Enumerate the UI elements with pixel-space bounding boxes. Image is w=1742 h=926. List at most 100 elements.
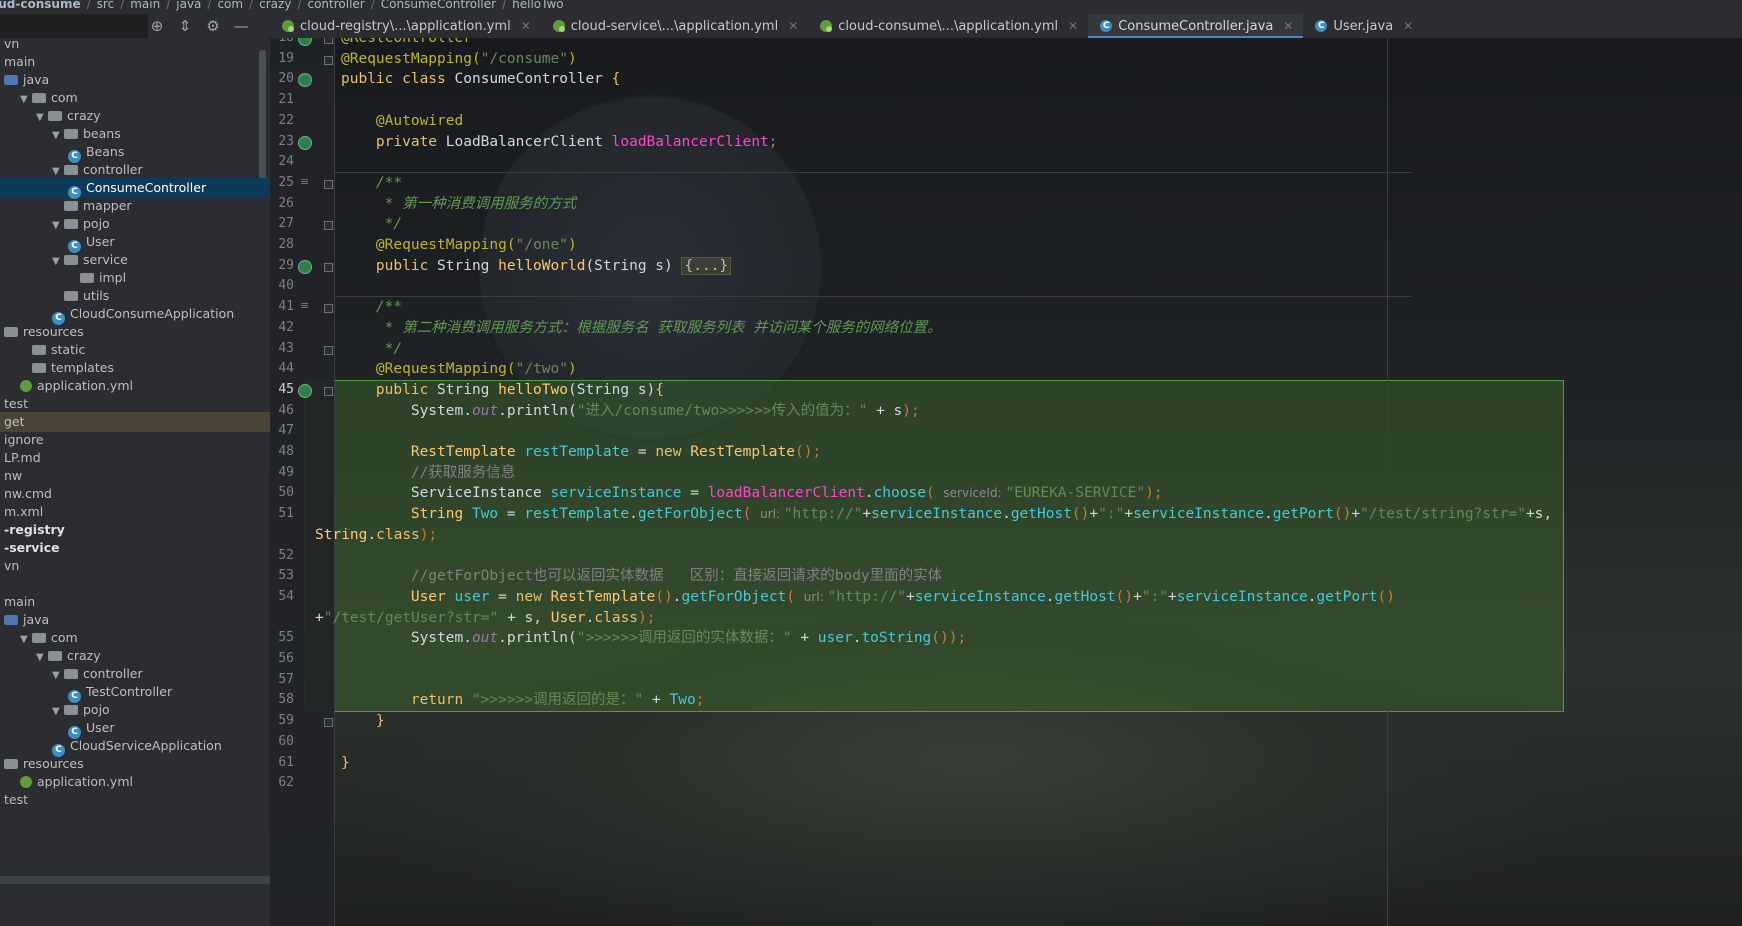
collapse-fold-icon[interactable] [324, 304, 333, 314]
code-token: ConsumeController [454, 71, 612, 88]
collapse-fold-icon[interactable] [324, 221, 333, 231]
tab-cloud-consume-application-yml[interactable]: cloud-consume\...\application.yml ✕ [808, 14, 1088, 38]
tree-item[interactable]: ▼ com [0, 88, 270, 108]
tab-cloud-registry-application-yml[interactable]: cloud-registry\...\application.yml ✕ [270, 14, 541, 38]
tree-item[interactable]: java [0, 70, 270, 90]
doc-comment-icon[interactable]: ≡ [300, 299, 309, 312]
tree-item[interactable] [0, 574, 270, 594]
tree-item[interactable]: ▼ controller [0, 664, 270, 684]
tab-label: cloud-consume\...\application.yml [838, 18, 1059, 34]
tree-item[interactable]: C ConsumeController [0, 178, 270, 199]
code-token: (String s) [567, 381, 656, 398]
horizontal-scrollbar[interactable] [0, 876, 270, 884]
tree-item[interactable]: application.yml [0, 772, 270, 792]
tree-item-label: vn [4, 558, 20, 573]
expand-fold-icon[interactable] [324, 262, 333, 272]
tree-item[interactable]: nw.cmd [0, 484, 270, 504]
spring-bean-icon[interactable] [298, 38, 312, 46]
close-icon[interactable]: ✕ [521, 19, 531, 33]
code-editor[interactable]: 18 19 20 21 22 23 24 25 ≡ 26 27 28 29 40 41 ≡ 42 43 44 45 46… [270, 38, 1742, 926]
gear-icon[interactable]: ⚙ [204, 17, 222, 35]
tree-item[interactable]: impl [0, 268, 270, 288]
crosshair-icon[interactable]: ⊕ [148, 17, 166, 35]
tree-item[interactable]: resources [0, 322, 270, 342]
breadcrumb-item[interactable]: main [130, 0, 160, 11]
tree-item[interactable]: ▼ com [0, 628, 270, 648]
collapse-fold-icon[interactable] [324, 386, 333, 396]
spring-bean-icon[interactable] [298, 259, 312, 274]
breadcrumb-item[interactable]: helloTwo [512, 0, 564, 11]
collapse-fold-icon[interactable] [324, 38, 333, 44]
project-tree: vn main java ▼ com ▼ crazy ▼ beans C Beans ▼ control… [0, 38, 270, 926]
code-token: String [410, 506, 472, 523]
folder-icon [64, 129, 78, 139]
tree-item[interactable]: C CloudServiceApplication [0, 736, 270, 757]
tab-user-java[interactable]: C User.java ✕ [1303, 14, 1423, 38]
tree-item[interactable]: -registry [0, 520, 270, 540]
tree-item[interactable]: C Beans [0, 142, 270, 163]
tree-item[interactable]: ▼ crazy [0, 106, 270, 126]
tree-item[interactable]: ignore [0, 430, 270, 450]
tree-item[interactable]: mapper [0, 196, 270, 216]
tree-item[interactable]: resources [0, 754, 270, 774]
tree-item[interactable]: -service [0, 538, 270, 558]
code-token: ) [568, 237, 577, 253]
collapse-fold-icon[interactable] [324, 718, 333, 728]
line-number: 59 [278, 713, 294, 729]
breadcrumb-item[interactable]: crazy [259, 0, 291, 11]
tree-item[interactable]: ▼ pojo [0, 214, 270, 234]
tree-item[interactable]: test [0, 790, 270, 810]
tree-item[interactable]: C TestController [0, 682, 270, 703]
tree-item[interactable]: C User [0, 718, 270, 739]
code-line: private LoadBalancerClient loadBalancerC… [341, 132, 778, 152]
breadcrumb-item[interactable]: oud-consume [0, 0, 81, 11]
tree-item[interactable]: ▼ crazy [0, 646, 270, 666]
tree-item[interactable]: C User [0, 232, 270, 253]
tab-consumecontroller-java[interactable]: C ConsumeController.java ✕ [1088, 14, 1304, 39]
close-icon[interactable]: ✕ [1283, 19, 1293, 33]
spring-bean-icon[interactable] [298, 73, 312, 88]
tree-item[interactable]: main [0, 52, 270, 72]
line-number: 48 [278, 444, 294, 459]
close-icon[interactable]: ✕ [1403, 19, 1413, 33]
tree-item[interactable]: utils [0, 286, 270, 306]
tree-item[interactable]: main [0, 592, 270, 612]
tree-item[interactable]: templates [0, 358, 270, 378]
tree-item[interactable]: m.xml [0, 502, 270, 522]
yaml-file-icon [282, 20, 294, 32]
tab-cloud-service-application-yml[interactable]: cloud-service\...\application.yml ✕ [541, 14, 809, 38]
breadcrumb-item[interactable]: ConsumeController [381, 0, 496, 11]
collapse-fold-icon[interactable] [324, 179, 333, 189]
breadcrumb-item[interactable]: com [217, 0, 243, 11]
close-icon[interactable]: ✕ [1068, 19, 1078, 33]
breadcrumb-item[interactable]: controller [307, 0, 364, 11]
tree-item[interactable]: application.yml [0, 376, 270, 396]
spring-bean-icon[interactable] [298, 383, 312, 398]
code-line: /** [341, 297, 402, 317]
tree-item[interactable]: C CloudConsumeApplication [0, 304, 270, 325]
tree-item[interactable]: java [0, 610, 270, 630]
collapse-icon[interactable]: ⇕ [176, 17, 194, 35]
minimize-icon[interactable]: — [232, 17, 250, 35]
tree-item[interactable]: get [0, 412, 270, 432]
tree-item[interactable]: ▼ pojo [0, 700, 270, 720]
doc-comment-icon[interactable]: ≡ [300, 175, 309, 188]
tree-item[interactable]: ▼ controller [0, 160, 270, 180]
tree-item[interactable]: ▼ service [0, 250, 270, 270]
breadcrumb-item[interactable]: java [176, 0, 201, 11]
tree-item[interactable]: test [0, 394, 270, 414]
tree-item[interactable]: ▼ beans [0, 124, 270, 144]
collapse-fold-icon[interactable] [324, 55, 333, 65]
tree-item[interactable]: nw [0, 466, 270, 486]
code-token[interactable]: {...} [681, 256, 732, 275]
tree-item[interactable]: vn [0, 556, 270, 576]
tree-item[interactable]: LP.md [0, 448, 270, 468]
close-icon[interactable]: ✕ [788, 19, 798, 33]
collapse-fold-icon[interactable] [324, 345, 333, 355]
breadcrumb-item[interactable]: src [97, 0, 115, 11]
spring-bean-icon[interactable] [298, 135, 312, 150]
code-token: ); [902, 402, 920, 419]
tree-item[interactable]: static [0, 340, 270, 360]
